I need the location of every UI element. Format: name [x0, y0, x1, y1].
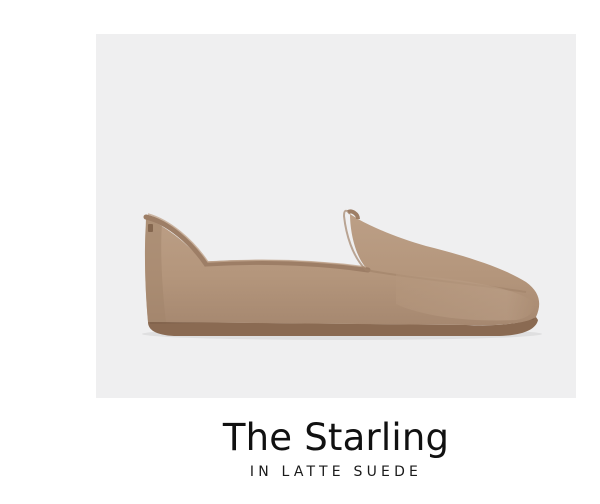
product-name[interactable]: The Starling — [96, 413, 576, 463]
loafer-shoe-image — [142, 209, 542, 340]
product-card[interactable]: The Starling IN LATTE SUEDE — [0, 0, 600, 504]
product-variant: IN LATTE SUEDE — [249, 464, 423, 480]
product-image[interactable] — [96, 34, 576, 398]
